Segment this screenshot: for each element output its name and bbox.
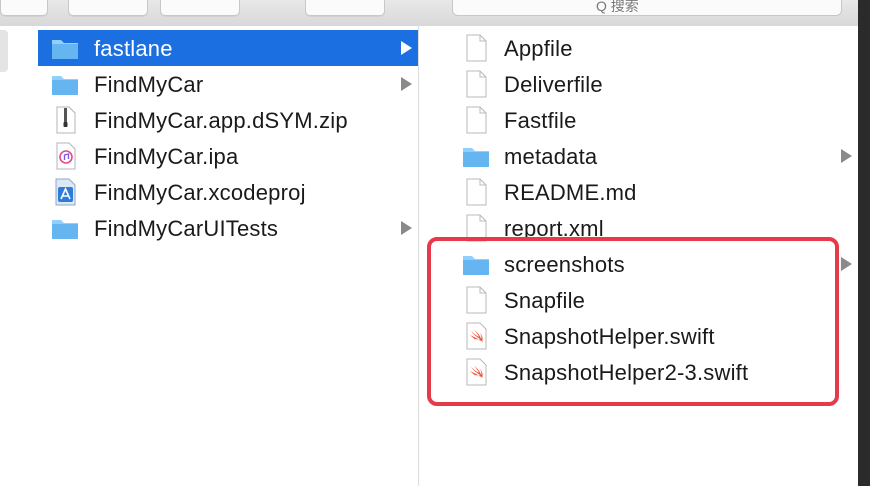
back-button[interactable] <box>0 0 48 16</box>
list-item[interactable]: Appfile <box>419 30 858 66</box>
disclosure-arrow-icon <box>401 41 412 55</box>
item-label: metadata <box>504 144 598 169</box>
parent-column <box>0 26 39 486</box>
search-field[interactable] <box>452 0 842 16</box>
list-item[interactable]: Fastfile <box>419 102 858 138</box>
view-mode-button[interactable] <box>68 0 148 16</box>
action-button[interactable] <box>305 0 385 16</box>
ipa-file-icon <box>50 142 80 170</box>
window-edge <box>858 0 870 486</box>
item-label: FindMyCar.ipa <box>94 144 239 169</box>
list-item[interactable]: FindMyCar <box>38 66 418 102</box>
item-label: FindMyCarUITests <box>94 216 279 241</box>
column-project: fastlane FindMyCar FindMyCar.app.dSYM.zi… <box>38 26 419 486</box>
list-item[interactable]: FindMyCar.app.dSYM.zip <box>38 102 418 138</box>
list-item[interactable]: FindMyCar.ipa <box>38 138 418 174</box>
item-label: FindMyCar <box>94 72 204 97</box>
search-placeholder: Q 搜索 <box>596 0 639 14</box>
folder-icon <box>461 142 491 170</box>
item-label: fastlane <box>94 36 173 61</box>
list-item[interactable]: README.md <box>419 174 858 210</box>
annotation-highlight-box <box>427 237 839 406</box>
list-item[interactable]: FindMyCarUITests <box>38 210 418 246</box>
list-item[interactable]: Deliverfile <box>419 66 858 102</box>
item-label: README.md <box>504 180 637 205</box>
document-icon <box>461 34 491 62</box>
disclosure-arrow-icon <box>401 221 412 235</box>
disclosure-arrow-icon <box>401 77 412 91</box>
xcodeproj-icon <box>50 178 80 206</box>
document-icon <box>461 106 491 134</box>
item-label: Deliverfile <box>504 72 603 97</box>
item-label: Fastfile <box>504 108 577 133</box>
folder-icon <box>50 214 80 242</box>
folder-icon <box>50 70 80 98</box>
item-label: FindMyCar.xcodeproj <box>94 180 306 205</box>
folder-icon <box>50 34 80 62</box>
list-item[interactable]: FindMyCar.xcodeproj <box>38 174 418 210</box>
list-item[interactable]: metadata <box>419 138 858 174</box>
disclosure-arrow-icon <box>841 149 852 163</box>
item-label: Appfile <box>504 36 573 61</box>
list-item[interactable]: fastlane <box>38 30 418 66</box>
finder-toolbar: Q 搜索 <box>0 0 870 27</box>
zip-file-icon <box>50 106 80 134</box>
disclosure-arrow-icon <box>841 257 852 271</box>
document-icon <box>461 178 491 206</box>
document-icon <box>461 70 491 98</box>
item-label: FindMyCar.app.dSYM.zip <box>94 108 348 133</box>
scrollbar[interactable] <box>0 30 8 72</box>
arrange-button[interactable] <box>160 0 240 16</box>
